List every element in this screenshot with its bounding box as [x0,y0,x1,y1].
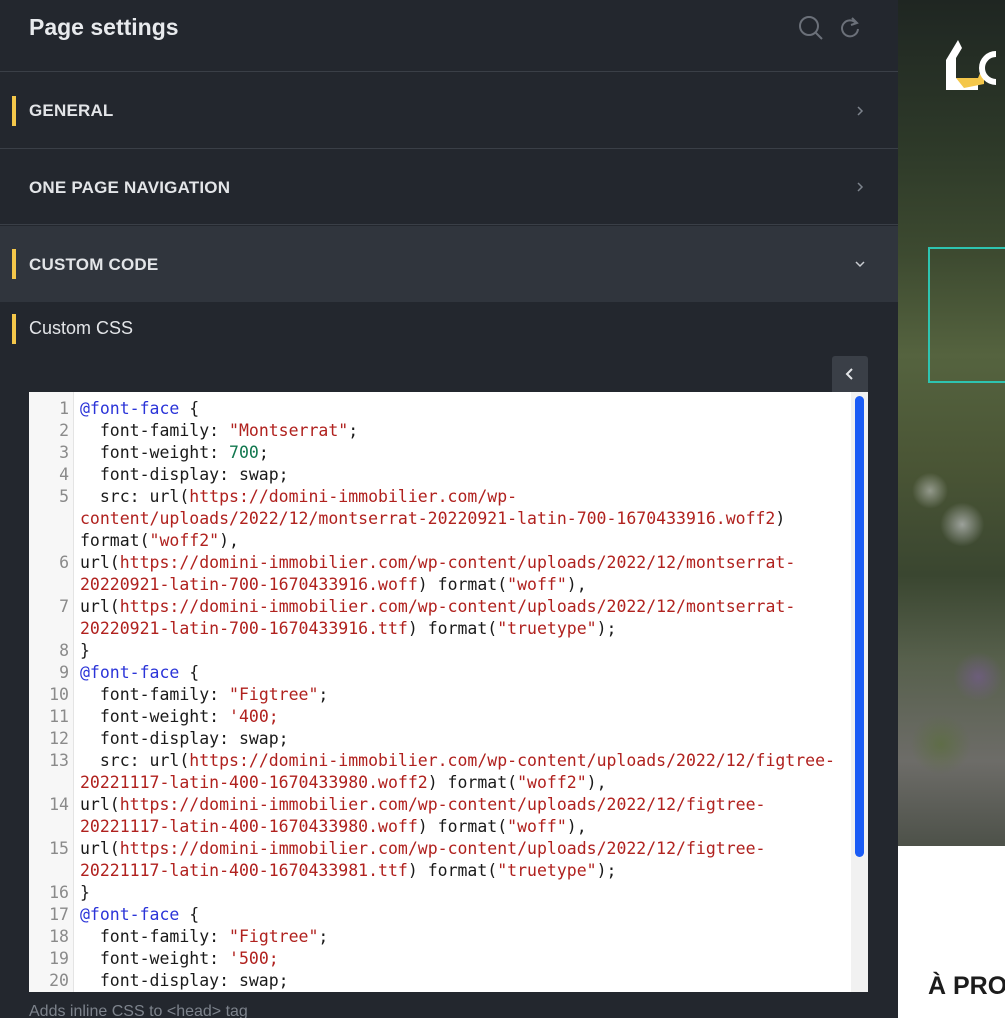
code-line: 20220921-latin-700-1670433916.woff) form… [80,575,587,594]
line-number: 19 [49,949,69,968]
line-number: 13 [49,751,69,770]
code-line: @font-face { [80,663,200,682]
line-number: 3 [59,443,69,462]
editor-expand-button[interactable] [832,356,868,392]
section-accent-bar [12,249,16,279]
code-line: font-display: swap; [80,465,289,484]
chevron-down-icon [852,256,868,272]
section-accent-bar [12,96,16,126]
line-number: 6 [59,553,69,572]
line-number: 9 [59,663,69,682]
line-number: 8 [59,641,69,660]
field-accent-bar [12,314,16,344]
code-line: @font-face { [80,905,200,924]
code-line: @font-face { [80,399,200,418]
line-number: 4 [59,465,69,484]
code-line: } [80,641,90,660]
code-line: 20221117-latin-400-1670433981.ttf) forma… [80,861,617,880]
line-number: 17 [49,905,69,924]
page-preview: À PRO [898,0,1005,1018]
page-title: Page settings [29,14,179,40]
code-line: format("woff2"), [80,531,239,550]
line-number: 12 [49,729,69,748]
line-number: 10 [49,685,69,704]
line-number: 14 [49,795,69,814]
line-number: 2 [59,421,69,440]
line-number: 18 [49,927,69,946]
code-line: url(https://domini-immobilier.com/wp-con… [80,795,766,814]
hero-frame [928,247,1005,383]
code-line: } [80,883,90,902]
code-line: src: url(https://domini-immobilier.com/w… [80,751,835,770]
section-general[interactable]: GENERAL [0,73,898,149]
code-line: font-weight: '400; [80,707,279,726]
css-code-editor[interactable]: 1 @font-face { 2 font-family: "Montserra… [29,392,868,992]
code-line: font-family: "Figtree"; [80,927,329,946]
code-line: font-family: "Figtree"; [80,685,329,704]
page-settings-panel: Page settings GENERAL ONE PAGE NAVIGATIO… [0,0,898,1018]
hero-photo [898,0,1005,846]
code-line: src: url(https://domini-immobilier.com/w… [80,487,518,506]
line-number: 11 [49,707,69,726]
code-line: 20220921-latin-700-1670433916.ttf) forma… [80,619,617,638]
line-number: 1 [59,399,69,418]
line-number: 5 [59,487,69,506]
section-label: GENERAL [29,101,114,120]
line-number: 7 [59,597,69,616]
code-line: font-display: swap; [80,729,289,748]
section-custom-code[interactable]: CUSTOM CODE [0,226,898,302]
code-line: 20221117-latin-400-1670433980.woff2) for… [80,773,607,792]
site-logo [944,36,1004,97]
line-number: 15 [49,839,69,858]
code-line: url(https://domini-immobilier.com/wp-con… [80,839,766,858]
code-line: url(https://domini-immobilier.com/wp-con… [80,553,796,572]
code-line: font-display: swap; [80,971,289,990]
line-number: 20 [49,971,69,990]
editor-scrollbar-thumb[interactable] [855,396,864,857]
refresh-icon[interactable] [837,14,865,42]
custom-css-hint: Adds inline CSS to <head> tag [29,1003,248,1018]
section-one-page-navigation[interactable]: ONE PAGE NAVIGATION [0,150,898,225]
chevron-right-icon [852,179,868,195]
section-heading: À PRO [928,972,1005,1000]
line-number: 16 [49,883,69,902]
code-line: 20221117-latin-400-1670433980.woff) form… [80,817,587,836]
custom-css-label: Custom CSS [29,318,134,338]
code-line: font-weight: '500; [80,949,279,968]
code-line: content/uploads/2022/12/montserrat-20220… [80,509,786,528]
panel-header: Page settings [0,0,898,72]
search-icon[interactable] [797,14,825,42]
chevron-right-icon [852,103,868,119]
section-label: ONE PAGE NAVIGATION [29,178,231,197]
code-line: font-weight: 700; [80,443,269,462]
code-line: font-family: "Montserrat"; [80,421,359,440]
code-line: url(https://domini-immobilier.com/wp-con… [80,597,796,616]
chevron-left-icon [845,368,853,380]
section-label: CUSTOM CODE [29,255,159,274]
